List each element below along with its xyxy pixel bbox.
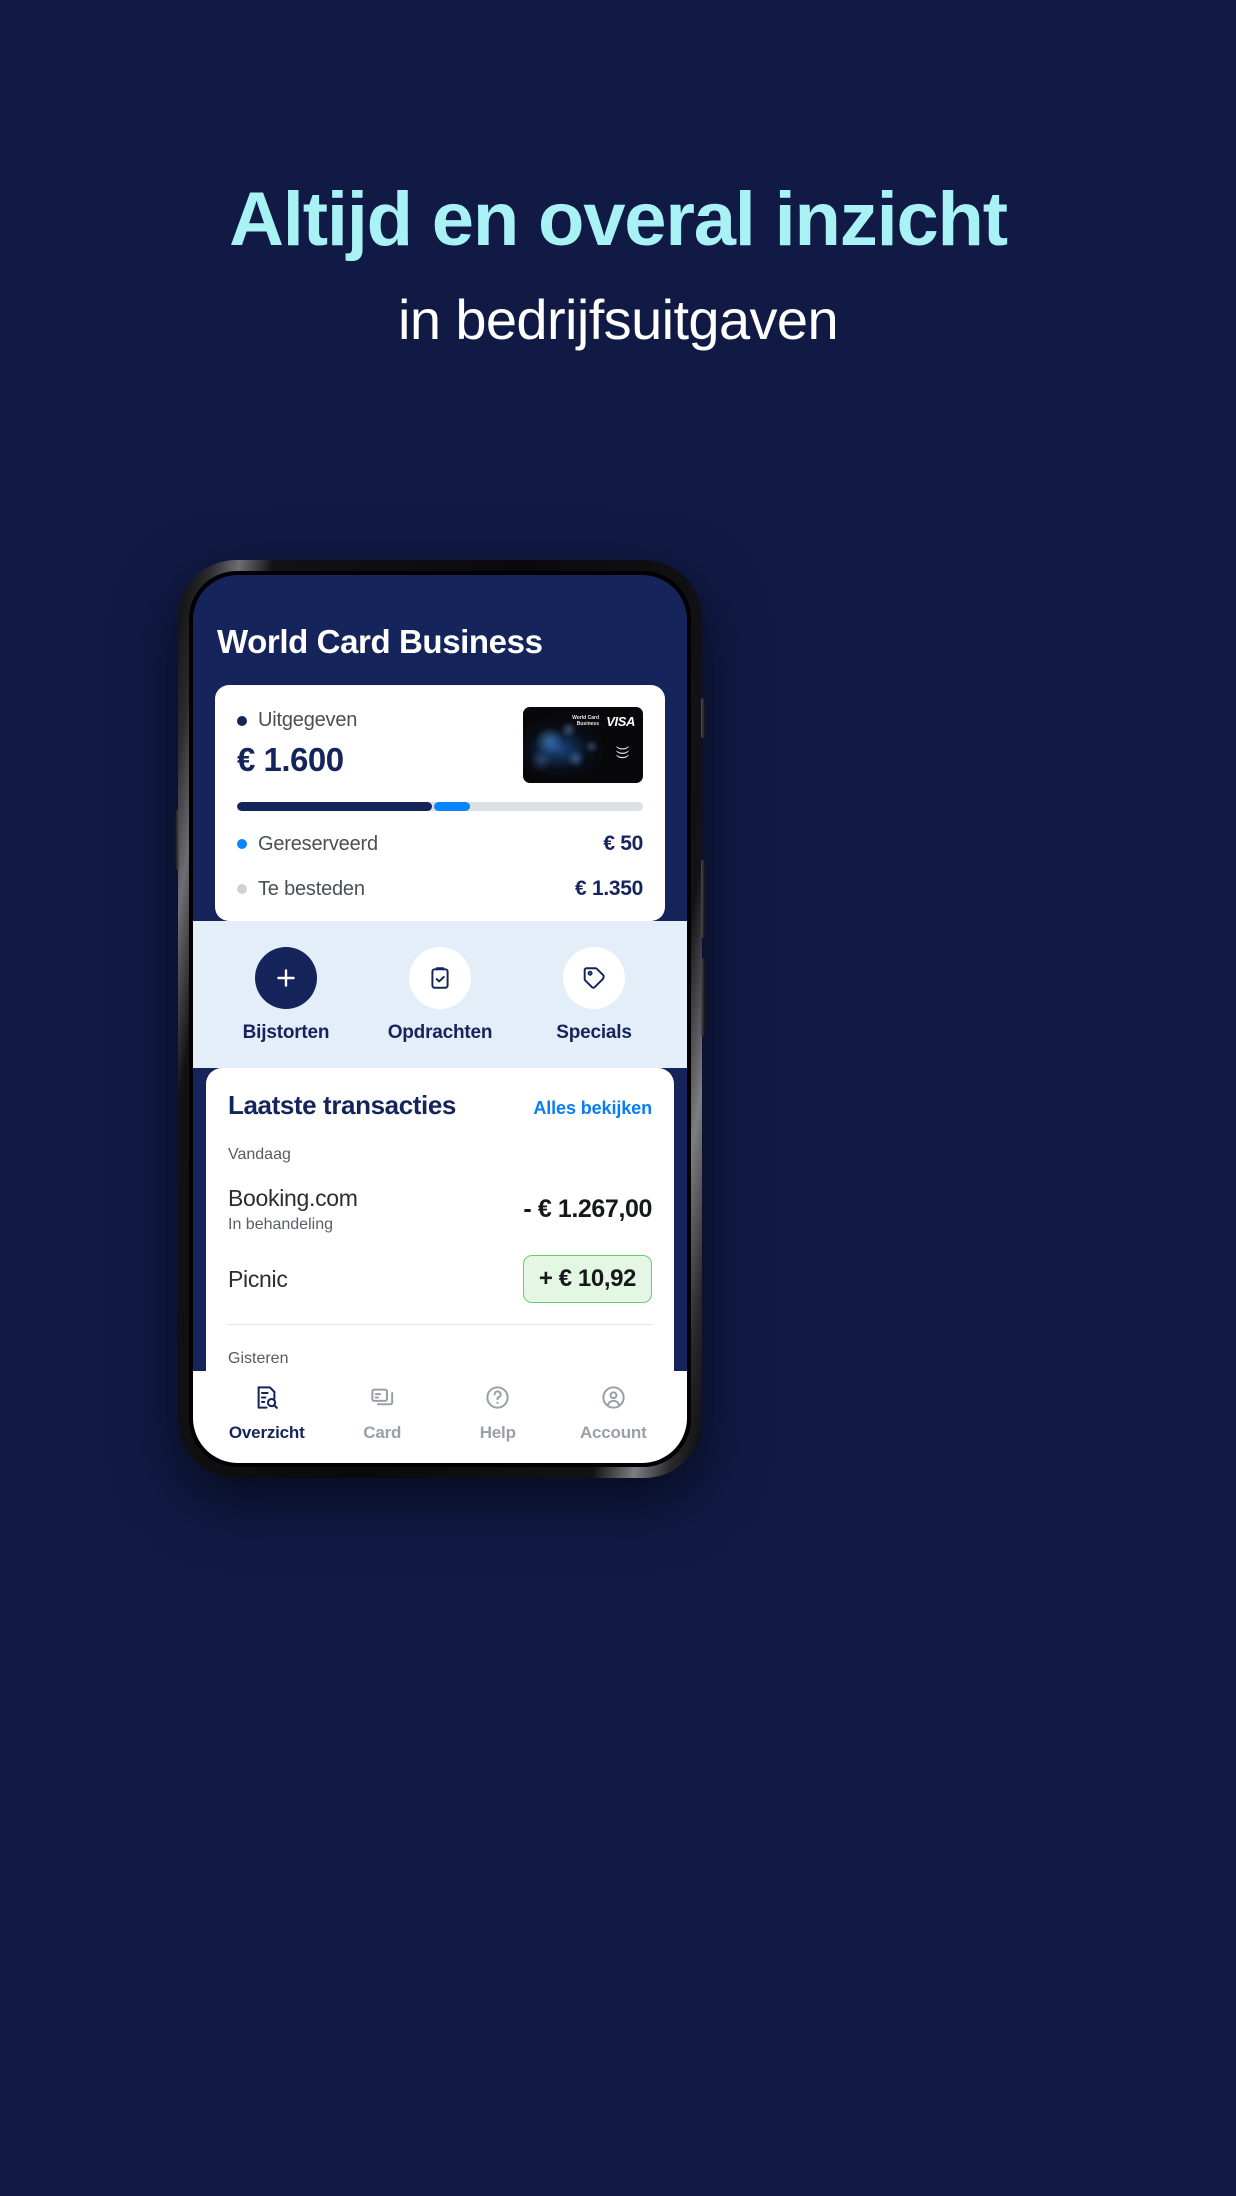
transaction-name: Booking.com [228,1185,358,1211]
transaction-name: Picnic [228,1265,288,1292]
phone-button-power [175,810,179,870]
table-row[interactable]: Booking.com In behandeling - € 1.267,00 [228,1185,652,1234]
transactions-title: Laatste transacties [228,1090,456,1120]
phone-mockup: World Card Business Uitgegeven € 1.600 W… [175,560,705,1478]
spent-block: Uitgegeven € 1.600 [237,707,357,779]
reserved-indicator-dot [237,839,247,849]
card-product-name: World Card Business [572,715,599,728]
quick-action-label: Opdrachten [387,1022,493,1043]
quick-actions-row: Bijstorten Opdrachten Specials [193,921,687,1068]
reserved-label-row: Gereserveerd [237,833,378,856]
nav-item-help[interactable]: Help [440,1384,556,1443]
transaction-status: In behandeling [228,1216,333,1233]
available-row: Te besteden € 1.350 [237,877,643,901]
tag-icon [563,947,625,1009]
balance-card[interactable]: Uitgegeven € 1.600 World Card Business V… [215,685,665,921]
document-search-icon [253,1384,280,1416]
balance-card-top: Uitgegeven € 1.600 World Card Business V… [237,707,643,783]
clipboard-check-icon [409,947,471,1009]
app-title: World Card Business [217,623,543,660]
nav-item-account[interactable]: Account [556,1384,672,1443]
transaction-text-block: Booking.com In behandeling [228,1185,358,1234]
transaction-group-label: Vandaag [228,1146,291,1163]
quick-action-opdrachten[interactable]: Opdrachten [381,947,499,1044]
nav-label: Card [363,1423,402,1442]
app-header: World Card Business [193,575,687,685]
quick-action-label: Specials [556,1022,632,1043]
nav-label: Account [579,1423,647,1442]
quick-action-specials[interactable]: Specials [535,947,653,1044]
reserved-amount: € 50 [603,832,643,855]
page-subtitle: in bedrijfsuitgaven [398,287,839,351]
plus-icon [255,947,317,1009]
transaction-amount: - € 1.267,00 [523,1195,652,1223]
phone-button-volume-up [701,860,705,938]
cards-icon [369,1384,396,1416]
card-product-line1: World Card [572,715,599,721]
available-label-row: Te besteden [237,878,365,901]
phone-button-volume-down [701,958,705,1036]
phone-bezel: World Card Business Uitgegeven € 1.600 W… [189,571,691,1467]
nav-label: Help [479,1423,516,1442]
credit-card-image[interactable]: World Card Business VISA ))) [523,707,643,783]
spent-indicator-dot [237,715,247,726]
transactions-divider [228,1324,652,1325]
nav-label: Overzicht [228,1423,305,1442]
app-screen: World Card Business Uitgegeven € 1.600 W… [193,575,687,1463]
quick-action-bijstorten[interactable]: Bijstorten [227,947,345,1044]
spent-amount: € 1.600 [237,741,344,778]
balance-card-wrapper: Uitgegeven € 1.600 World Card Business V… [193,685,687,921]
spent-label-row: Uitgegeven [237,709,357,732]
bottom-navigation: Overzicht Card Help Account [193,1371,687,1463]
budget-progress-bar [237,802,643,811]
hero-section: Altijd en overal inzicht in bedrijfsuitg… [0,0,1236,350]
spent-label: Uitgegeven [258,709,358,731]
nav-item-overzicht[interactable]: Overzicht [209,1384,325,1443]
phone-button-mute [701,698,705,738]
page-title: Altijd en overal inzicht [229,177,1008,262]
available-label: Te besteden [258,877,365,900]
contactless-icon: ))) [616,746,631,759]
reserved-row: Gereserveerd € 50 [237,832,643,856]
card-product-line2: Business [576,721,599,728]
progress-segment-spent [237,802,432,811]
visa-logo: VISA [606,714,635,729]
table-row[interactable]: Picnic + € 10,92 [228,1255,652,1303]
nav-item-card[interactable]: Card [325,1384,441,1443]
question-circle-icon [484,1384,511,1416]
available-indicator-dot [237,884,247,894]
transaction-group-label: Gisteren [228,1350,289,1367]
reserved-label: Gereserveerd [258,832,378,855]
transactions-panel: Laatste transacties Alles bekijken Vanda… [206,1068,674,1371]
view-all-link[interactable]: Alles bekijken [533,1098,652,1119]
quick-action-label: Bijstorten [242,1022,330,1043]
available-amount: € 1.350 [575,877,643,900]
transaction-amount-badge: + € 10,92 [522,1255,652,1303]
progress-segment-reserved [433,802,471,811]
transactions-header: Laatste transacties Alles bekijken [228,1090,652,1121]
person-circle-icon [600,1384,627,1416]
